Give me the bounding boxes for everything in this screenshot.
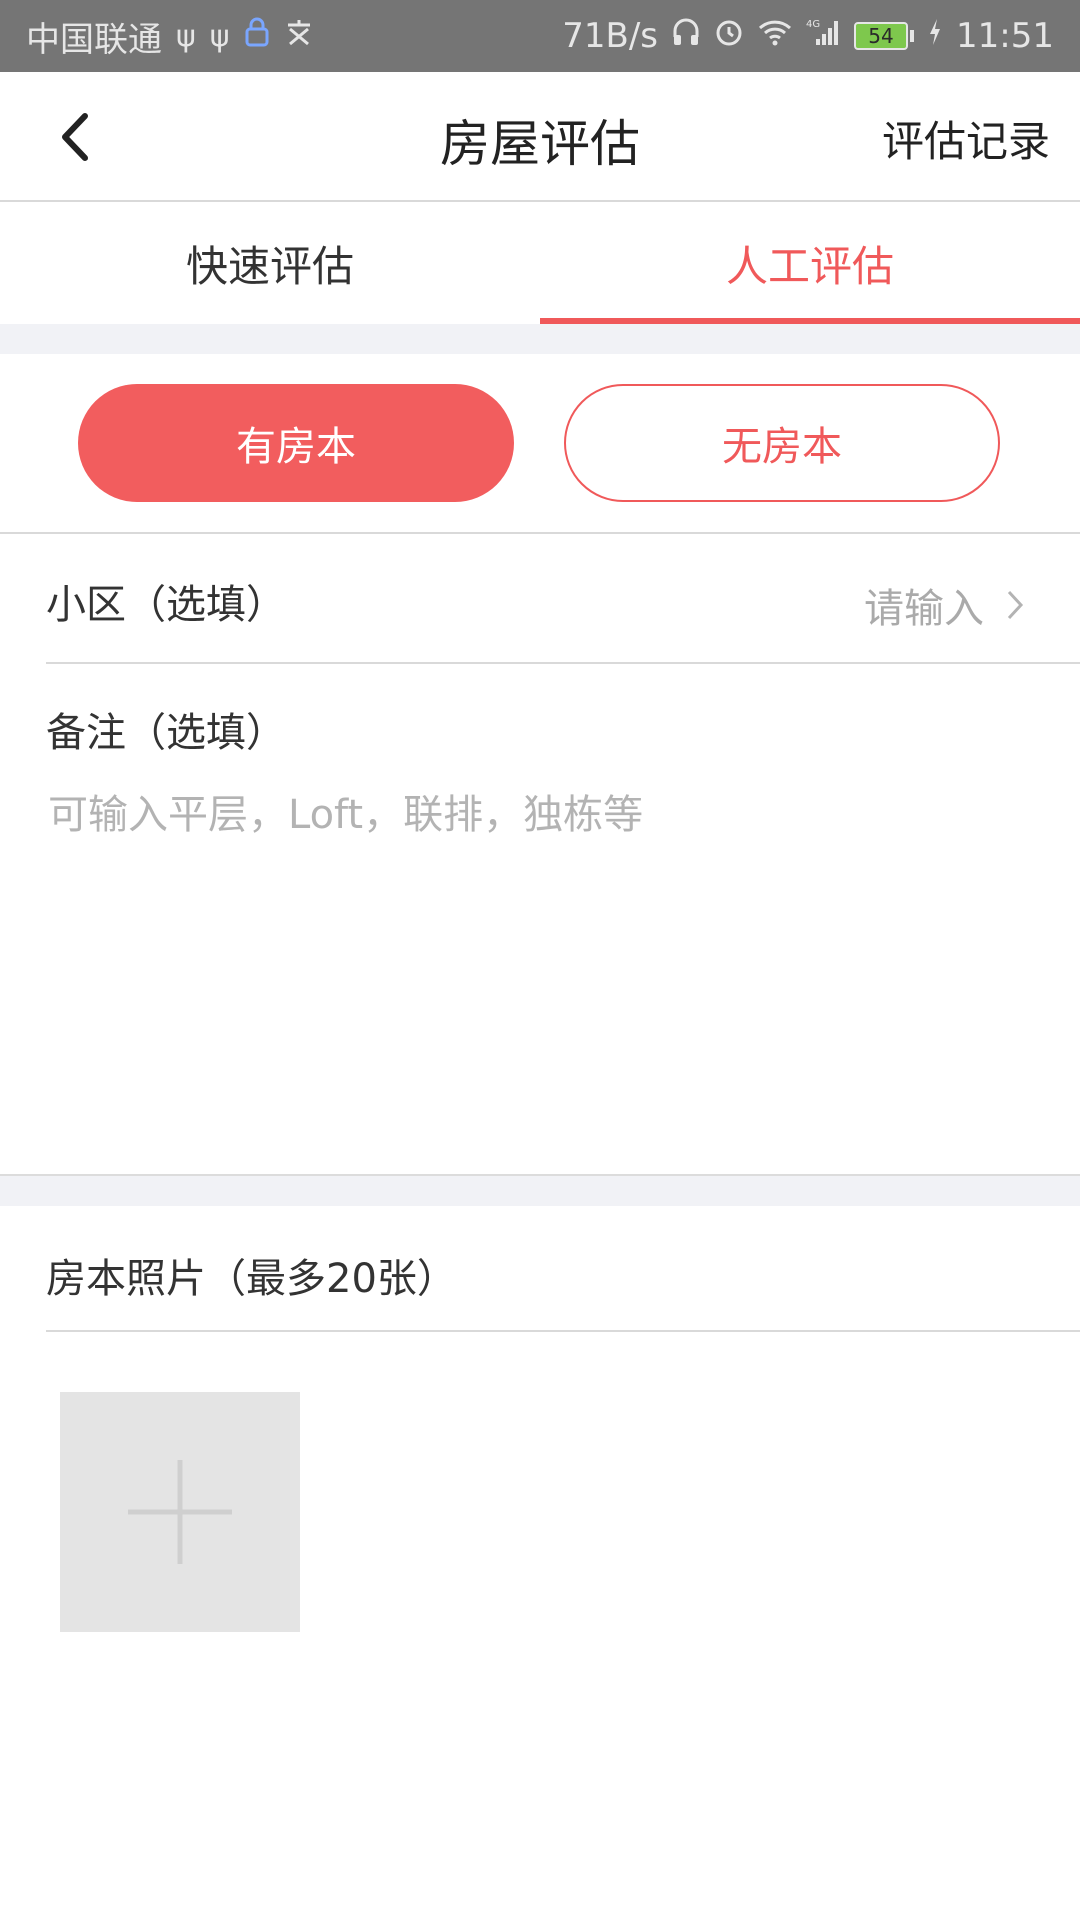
community-value[interactable]: 请输入 — [864, 576, 1024, 634]
divider — [46, 1330, 1080, 1332]
charging-icon — [928, 18, 942, 54]
without-deed-button[interactable]: 无房本 — [564, 384, 1000, 502]
signal-icon: 4G — [806, 17, 840, 55]
chevron-right-icon — [1007, 590, 1024, 620]
tab-manual-evaluation[interactable]: 人工评估 — [540, 202, 1080, 324]
battery-icon: 54 — [854, 22, 915, 50]
plus-icon — [128, 1460, 232, 1564]
status-bar-left: 中国联通 ψ ψ — [26, 12, 314, 61]
add-photo-button[interactable] — [60, 1392, 300, 1632]
tab-quick-evaluation[interactable]: 快速评估 — [0, 202, 540, 324]
community-row[interactable]: 小区（选填） 请输入 — [0, 536, 1080, 664]
back-button[interactable] — [40, 102, 110, 172]
remark-label: 备注（选填） — [46, 710, 286, 756]
lock-icon — [244, 16, 270, 56]
wifi-icon — [758, 18, 792, 54]
navigation-bar: 房屋评估 评估记录 — [0, 72, 1080, 202]
remark-section: 备注（选填） — [0, 664, 1080, 1174]
community-placeholder: 请输入 — [864, 586, 984, 632]
evaluation-tabs: 快速评估 人工评估 — [0, 202, 1080, 324]
alarm-icon — [714, 17, 744, 55]
battery-tip — [910, 30, 915, 42]
with-deed-button[interactable]: 有房本 — [78, 384, 514, 502]
status-bar-right: 71B/s 4G 54 11:51 — [562, 16, 1054, 56]
app-notification-icon — [284, 17, 314, 55]
battery-level: 54 — [854, 22, 909, 50]
carrier-name: 中国联通 — [26, 19, 162, 60]
chevron-left-icon — [62, 113, 88, 161]
evaluation-records-button[interactable]: 评估记录 — [882, 108, 1050, 169]
deed-photos-header: 房本照片（最多20张） — [0, 1206, 1080, 1332]
section-gap — [0, 324, 1080, 354]
section-gap — [0, 1174, 1080, 1206]
usb-icon: ψ — [209, 18, 230, 54]
headphones-icon — [672, 17, 700, 55]
remark-input[interactable] — [46, 780, 1036, 1140]
network-speed: 71B/s — [562, 16, 659, 56]
deed-photos-title: 房本照片（最多20张） — [46, 1256, 457, 1302]
status-bar: 中国联通 ψ ψ 71B/s 4G 54 11:51 — [0, 0, 1080, 72]
svg-text:4G: 4G — [806, 19, 820, 30]
community-label: 小区（选填） — [46, 582, 286, 628]
usb-icon: ψ — [176, 18, 196, 54]
clock: 11:51 — [956, 16, 1054, 56]
property-deed-toggle: 有房本 无房本 — [0, 354, 1080, 534]
